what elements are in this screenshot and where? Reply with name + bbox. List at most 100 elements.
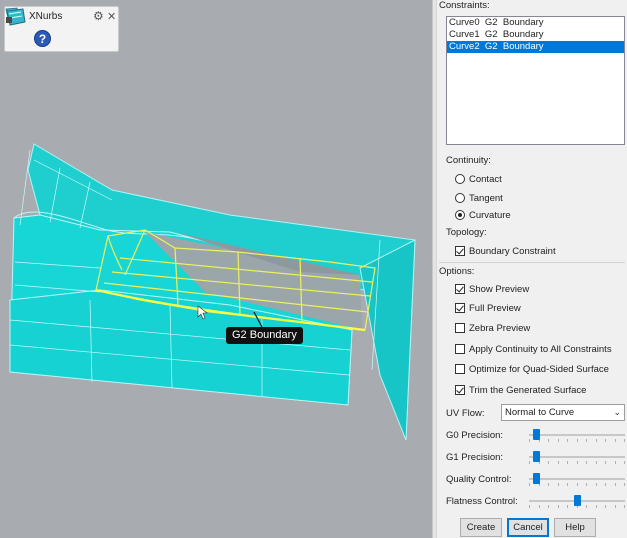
slider-ticks	[529, 439, 625, 443]
slider-tick	[615, 483, 616, 486]
slider-tick	[596, 461, 597, 464]
slider-ticks	[529, 461, 625, 465]
checkbox-full-preview[interactable]	[455, 303, 465, 313]
checkbox-optimize-quad[interactable]	[455, 364, 465, 374]
slider-tick	[558, 439, 559, 442]
slider-thumb[interactable]	[574, 495, 581, 506]
quality-control-slider[interactable]	[529, 472, 625, 486]
radio-tangent[interactable]	[455, 193, 465, 203]
slider-tick	[548, 505, 549, 508]
xnurbs-panel: Constraints: Curve0 G2 Boundary Curve1 G…	[432, 0, 627, 538]
slider-track	[529, 434, 625, 436]
uv-flow-select[interactable]: Normal to Curve ⌄	[501, 404, 625, 421]
cancel-button[interactable]: Cancel	[507, 518, 549, 537]
close-icon[interactable]: ✕	[107, 10, 116, 23]
slider-tick	[567, 439, 568, 442]
slider-tick	[577, 461, 578, 464]
g2-boundary-tooltip: G2 Boundary	[226, 327, 303, 344]
constraints-list[interactable]: Curve0 G2 Boundary Curve1 G2 Boundary Cu…	[446, 16, 625, 145]
optimize-quad-label[interactable]: Optimize for Quad-Sided Surface	[469, 364, 609, 375]
slider-thumb[interactable]	[533, 473, 540, 484]
quality-control-label: Quality Control:	[446, 474, 512, 485]
surface-model[interactable]	[0, 0, 432, 538]
viewport[interactable]: XNurbs ⚙ ✕ ? G2 Boundary	[0, 0, 432, 538]
slider-tick	[577, 439, 578, 442]
help-icon[interactable]: ?	[34, 30, 51, 47]
slider-tick	[596, 439, 597, 442]
radio-contact-label[interactable]: Contact	[469, 174, 502, 185]
flatness-control-slider[interactable]	[529, 494, 625, 508]
slider-tick	[605, 483, 606, 486]
slider-tick	[605, 505, 606, 508]
checkbox-zebra-preview[interactable]	[455, 323, 465, 333]
slider-tick	[548, 439, 549, 442]
constraint-row-2[interactable]: Curve2 G2 Boundary	[447, 41, 624, 53]
continuity-label: Continuity:	[446, 155, 491, 166]
slider-tick	[539, 505, 540, 508]
checkbox-apply-continuity[interactable]	[455, 344, 465, 354]
slider-tick	[615, 505, 616, 508]
g1-precision-label: G1 Precision:	[446, 452, 504, 463]
trim-surface-label[interactable]: Trim the Generated Surface	[469, 385, 586, 396]
slider-tick	[624, 439, 625, 442]
options-label: Options:	[439, 266, 475, 277]
toolbar-title: XNurbs	[29, 11, 63, 22]
slider-tick	[529, 461, 530, 464]
slider-tick	[529, 439, 530, 442]
checkbox-show-preview[interactable]	[455, 284, 465, 294]
slider-tick	[586, 483, 587, 486]
slider-tick	[596, 483, 597, 486]
checkbox-boundary-constraint[interactable]	[455, 246, 465, 256]
slider-track	[529, 478, 625, 480]
slider-tick	[529, 505, 530, 508]
slider-tick	[624, 483, 625, 486]
slider-tick	[567, 483, 568, 486]
radio-contact[interactable]	[455, 174, 465, 184]
g0-precision-slider[interactable]	[529, 428, 625, 442]
boundary-constraint-label[interactable]: Boundary Constraint	[469, 246, 556, 257]
slider-tick	[567, 505, 568, 508]
slider-tick	[529, 483, 530, 486]
options-divider	[439, 262, 625, 263]
slider-tick	[548, 461, 549, 464]
radio-curvature-label[interactable]: Curvature	[469, 210, 511, 221]
panel-scroll-strip[interactable]	[433, 0, 437, 538]
apply-continuity-label[interactable]: Apply Continuity to All Constraints	[469, 344, 612, 355]
slider-tick	[586, 439, 587, 442]
full-preview-label[interactable]: Full Preview	[469, 303, 521, 314]
constraint-row-0[interactable]: Curve0 G2 Boundary	[447, 17, 624, 29]
flatness-control-label: Flatness Control:	[446, 496, 518, 507]
slider-tick	[624, 505, 625, 508]
slider-ticks	[529, 483, 625, 487]
slider-track	[529, 456, 625, 458]
slider-thumb[interactable]	[533, 451, 540, 462]
zebra-preview-label[interactable]: Zebra Preview	[469, 323, 530, 334]
radio-tangent-label[interactable]: Tangent	[469, 193, 503, 204]
g1-precision-slider[interactable]	[529, 450, 625, 464]
slider-thumb[interactable]	[533, 429, 540, 440]
slider-tick	[615, 439, 616, 442]
slider-tick	[615, 461, 616, 464]
create-button[interactable]: Create	[460, 518, 502, 537]
constraints-label: Constraints:	[439, 0, 490, 11]
help-button[interactable]: Help	[554, 518, 596, 537]
topology-label: Topology:	[446, 227, 487, 238]
g0-precision-label: G0 Precision:	[446, 430, 504, 441]
slider-tick	[605, 439, 606, 442]
slider-tick	[558, 461, 559, 464]
slider-tick	[567, 461, 568, 464]
slider-tick	[558, 483, 559, 486]
uv-flow-label: UV Flow:	[446, 408, 485, 419]
slider-tick	[577, 483, 578, 486]
slider-tick	[605, 461, 606, 464]
xnurbs-toolbar: XNurbs ⚙ ✕ ?	[4, 6, 119, 52]
slider-tick	[596, 505, 597, 508]
slider-tick	[586, 505, 587, 508]
constraint-row-1[interactable]: Curve1 G2 Boundary	[447, 29, 624, 41]
show-preview-label[interactable]: Show Preview	[469, 284, 529, 295]
xnurbs-tool-icon[interactable]	[5, 7, 27, 27]
slider-tick	[586, 461, 587, 464]
checkbox-trim-surface[interactable]	[455, 385, 465, 395]
radio-curvature[interactable]	[455, 210, 465, 220]
gear-icon[interactable]: ⚙	[93, 9, 104, 23]
